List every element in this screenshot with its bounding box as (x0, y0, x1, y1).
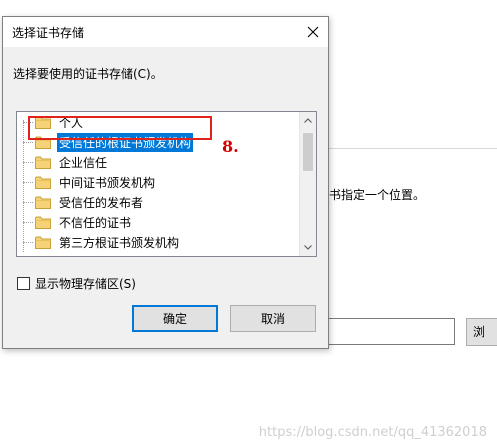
close-icon (307, 26, 319, 38)
store-prompt: 选择要使用的证书存储(C)。 (13, 67, 163, 81)
tree-item-label: 第三方根证书颁发机构 (59, 235, 180, 250)
tree-branch-line (23, 222, 33, 223)
folder-icon (35, 236, 51, 249)
screen: 书指定一个位置。 浏 https://blog.csdn.net/qq_4136… (0, 0, 497, 448)
scroll-up-button[interactable] (300, 112, 316, 129)
scroll-down-button[interactable] (300, 239, 316, 256)
title-bar: 选择证书存储 (3, 17, 328, 47)
ok-button[interactable]: 确定 (132, 305, 218, 332)
close-button[interactable] (298, 17, 328, 47)
tree-item[interactable]: 受信任的发布者 (23, 193, 145, 211)
tree-item-label: 企业信任 (59, 155, 108, 170)
tree-item[interactable]: 第三方根证书颁发机构 (23, 233, 181, 251)
show-physical-stores-label: 显示物理存储区(S) (35, 277, 136, 291)
folder-icon (35, 176, 51, 189)
tree-item-label: 不信任的证书 (59, 215, 132, 230)
tree-scrollbar[interactable] (299, 112, 316, 256)
show-physical-stores-row[interactable]: 显示物理存储区(S) (17, 275, 136, 292)
tree-item[interactable]: 不信任的证书 (23, 213, 133, 231)
folder-icon (35, 196, 51, 209)
tree-item-label: 受信任的发布者 (59, 195, 144, 210)
dialog-title: 选择证书存储 (12, 26, 85, 40)
tree-item[interactable]: 中间证书颁发机构 (23, 173, 157, 191)
background-location-text: 书指定一个位置。 (329, 188, 426, 202)
folder-icon (35, 216, 51, 229)
show-physical-stores-checkbox[interactable] (17, 277, 30, 290)
annotation-highlight-box (28, 116, 212, 140)
cancel-button[interactable]: 取消 (230, 305, 316, 332)
scroll-thumb[interactable] (303, 133, 313, 171)
folder-icon (35, 156, 51, 169)
background-browse-button[interactable]: 浏 (466, 318, 497, 346)
tree-branch-line (23, 182, 33, 183)
background-divider (329, 148, 497, 149)
tree-branch-line (23, 202, 33, 203)
tree-item-label: 中间证书颁发机构 (59, 175, 156, 190)
tree-item[interactable]: 企业信任 (23, 153, 109, 171)
tree-branch-line (23, 162, 33, 163)
tree-connector-line (23, 120, 24, 252)
step-annotation: 8. (222, 137, 239, 156)
tree-branch-line (23, 142, 33, 143)
select-certificate-store-dialog: 选择证书存储 选择要使用的证书存储(C)。 个人 受信任的根证书颁发机构 企业信任中… (2, 16, 329, 349)
watermark: https://blog.csdn.net/qq_41362018 (258, 425, 487, 440)
chevron-down-icon (304, 245, 312, 250)
tree-branch-line (23, 242, 33, 243)
chevron-up-icon (304, 118, 312, 123)
background-path-input[interactable] (329, 318, 455, 345)
